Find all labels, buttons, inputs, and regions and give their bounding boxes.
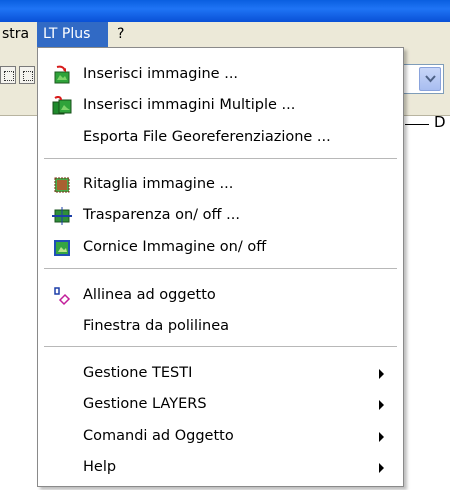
menu-item-inserisci-immagine[interactable]: Inserisci immagine ... — [39, 61, 402, 89]
submenu-arrow-icon — [379, 369, 384, 379]
menu-item-label: Help — [83, 459, 117, 475]
menu-finestra[interactable]: stra — [0, 22, 35, 47]
menu-item-trasparenza[interactable]: Trasparenza on/ off ... — [39, 202, 402, 230]
align-object-icon — [52, 286, 72, 306]
insert-multiple-images-icon — [52, 95, 72, 116]
menu-separator — [44, 268, 397, 269]
menu-separator — [44, 346, 397, 347]
menu-item-finestra-polilinea[interactable]: Finestra da polilinea — [39, 313, 402, 341]
menu-item-label: Ritaglia immagine ... — [83, 176, 234, 192]
menu-item-comandi-oggetto[interactable]: Comandi ad Oggetto — [39, 423, 402, 451]
menu-lt-plus[interactable]: LT Plus — [37, 22, 108, 47]
menu-item-label: Inserisci immagini Multiple ... — [83, 97, 296, 113]
title-bar — [0, 0, 450, 22]
image-frame-icon — [52, 238, 72, 258]
menu-item-label: Esporta File Georeferenziazione ... — [83, 129, 331, 145]
menu-help[interactable]: ? — [111, 22, 130, 47]
menu-item-help[interactable]: Help — [39, 454, 402, 482]
crop-image-icon — [52, 175, 72, 195]
menu-item-label: Cornice Immagine on/ off — [83, 239, 267, 255]
chevron-down-icon — [425, 75, 436, 83]
menu-item-label: Gestione TESTI — [83, 365, 193, 381]
menu-bar: stra LT Plus ? — [0, 22, 450, 48]
menu-item-label: Comandi ad Oggetto — [83, 428, 234, 444]
menu-item-ritaglia-immagine[interactable]: Ritaglia immagine ... — [39, 171, 402, 199]
transparency-icon — [52, 206, 72, 226]
menu-item-label: Allinea ad oggetto — [83, 287, 216, 303]
menu-item-label: Gestione LAYERS — [83, 396, 207, 412]
menu-item-gestione-testi[interactable]: Gestione TESTI — [39, 360, 402, 388]
insert-image-icon — [52, 65, 72, 85]
combobox-dropdown-button[interactable] — [419, 67, 441, 91]
submenu-arrow-icon — [379, 463, 384, 473]
toolbar-button[interactable] — [19, 66, 35, 84]
menu-item-inserisci-immagini-multiple[interactable]: Inserisci immagini Multiple ... — [39, 92, 402, 120]
menu-item-label: Inserisci immagine ... — [83, 66, 239, 82]
menu-separator — [44, 158, 397, 159]
lt-plus-dropdown-menu: Inserisci immagine ... Inserisci immagin… — [37, 47, 404, 487]
dimension-label: D — [434, 113, 446, 131]
dimension-line — [405, 124, 429, 125]
menu-item-cornice-immagine[interactable]: Cornice Immagine on/ off — [39, 234, 402, 262]
menu-item-label: Trasparenza on/ off ... — [83, 207, 240, 223]
submenu-arrow-icon — [379, 400, 384, 410]
submenu-arrow-icon — [379, 432, 384, 442]
menu-item-esporta-georeferenziazione[interactable]: Esporta File Georeferenziazione ... — [39, 124, 402, 152]
menu-item-label: Finestra da polilinea — [83, 318, 230, 334]
toolbar-button[interactable] — [0, 66, 16, 84]
menu-item-allinea-oggetto[interactable]: Allinea ad oggetto — [39, 282, 402, 310]
menu-item-gestione-layers[interactable]: Gestione LAYERS — [39, 391, 402, 419]
